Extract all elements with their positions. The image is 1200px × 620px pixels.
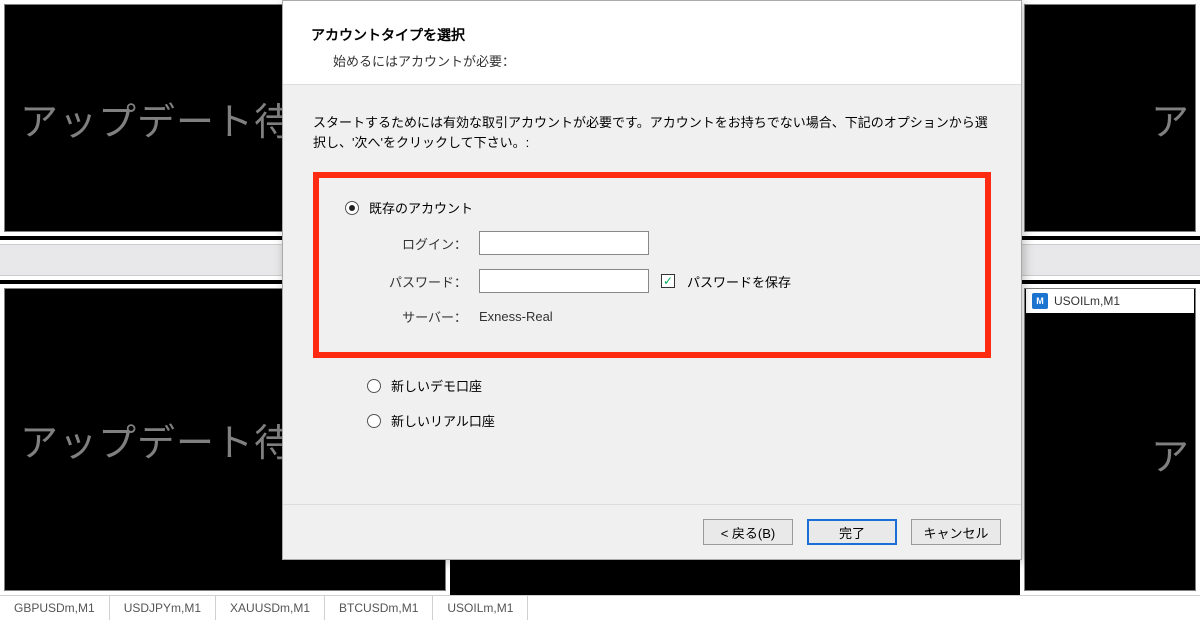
chart-panel[interactable]: M USOILm,M1 ア <box>1020 284 1200 595</box>
chart-tab-strip: GBPUSDm,M1 USDJPYm,M1 XAUUSDm,M1 BTCUSDm… <box>0 595 1200 620</box>
chart-panel-title: M USOILm,M1 <box>1026 289 1194 313</box>
radio-dot-icon <box>345 201 359 215</box>
radio-label: 既存のアカウント <box>369 198 473 217</box>
account-type-dialog: アカウントタイプを選択 始めるにはアカウントが必要： スタートするためには有効な… <box>282 0 1022 560</box>
chart-tab[interactable]: GBPUSDm,M1 <box>0 596 110 620</box>
password-label: パスワード： <box>387 272 467 291</box>
chart-panel-title-text: USOILm,M1 <box>1054 294 1120 308</box>
chart-tab[interactable]: BTCUSDm,M1 <box>325 596 433 620</box>
dialog-header: アカウントタイプを選択 始めるにはアカウントが必要： <box>283 1 1021 84</box>
finish-button[interactable]: 完了 <box>807 519 897 545</box>
chart-tab[interactable]: USOILm,M1 <box>433 596 528 620</box>
radio-new-demo[interactable]: 新しいデモ口座 <box>367 376 991 395</box>
radio-label: 新しいデモ口座 <box>391 376 482 395</box>
login-row: ログイン： <box>387 231 963 255</box>
password-row: パスワード： ✓ パスワードを保存 <box>387 269 963 293</box>
dialog-footer: < 戻る(B) 完了 キャンセル <box>283 504 1021 559</box>
dialog-body: スタートするためには有効な取引アカウントが必要です。アカウントをお持ちでない場合… <box>283 84 1021 504</box>
server-value: Exness-Real <box>479 309 553 324</box>
server-row: サーバー： Exness-Real <box>387 307 963 326</box>
radio-dot-icon <box>367 414 381 428</box>
chart-status-text: ア <box>1040 312 1190 595</box>
dialog-subtitle: 始めるにはアカウントが必要： <box>333 51 993 70</box>
chart-status-text: ア <box>1040 0 1190 236</box>
chart-tab[interactable]: XAUUSDm,M1 <box>216 596 325 620</box>
cancel-button[interactable]: キャンセル <box>911 519 1001 545</box>
radio-label: 新しいリアル口座 <box>391 411 495 430</box>
save-password-label: パスワードを保存 <box>687 272 791 291</box>
radio-existing-account[interactable]: 既存のアカウント <box>345 198 963 217</box>
login-input[interactable] <box>479 231 649 255</box>
password-input[interactable] <box>479 269 649 293</box>
chart-tab[interactable]: USDJPYm,M1 <box>110 596 216 620</box>
radio-new-real[interactable]: 新しいリアル口座 <box>367 411 991 430</box>
login-label: ログイン： <box>387 234 467 253</box>
dialog-intro-text: スタートするためには有効な取引アカウントが必要です。アカウントをお持ちでない場合… <box>313 113 991 152</box>
dialog-title: アカウントタイプを選択 <box>311 25 993 45</box>
existing-account-highlight: 既存のアカウント ログイン： パスワード： ✓ パスワードを保存 サーバー： E… <box>313 172 991 358</box>
mt-icon: M <box>1032 293 1048 309</box>
save-password-checkbox[interactable]: ✓ <box>661 274 675 288</box>
server-label: サーバー： <box>387 307 467 326</box>
back-button[interactable]: < 戻る(B) <box>703 519 793 545</box>
radio-dot-icon <box>367 379 381 393</box>
chart-panel[interactable]: ア <box>1020 0 1200 236</box>
